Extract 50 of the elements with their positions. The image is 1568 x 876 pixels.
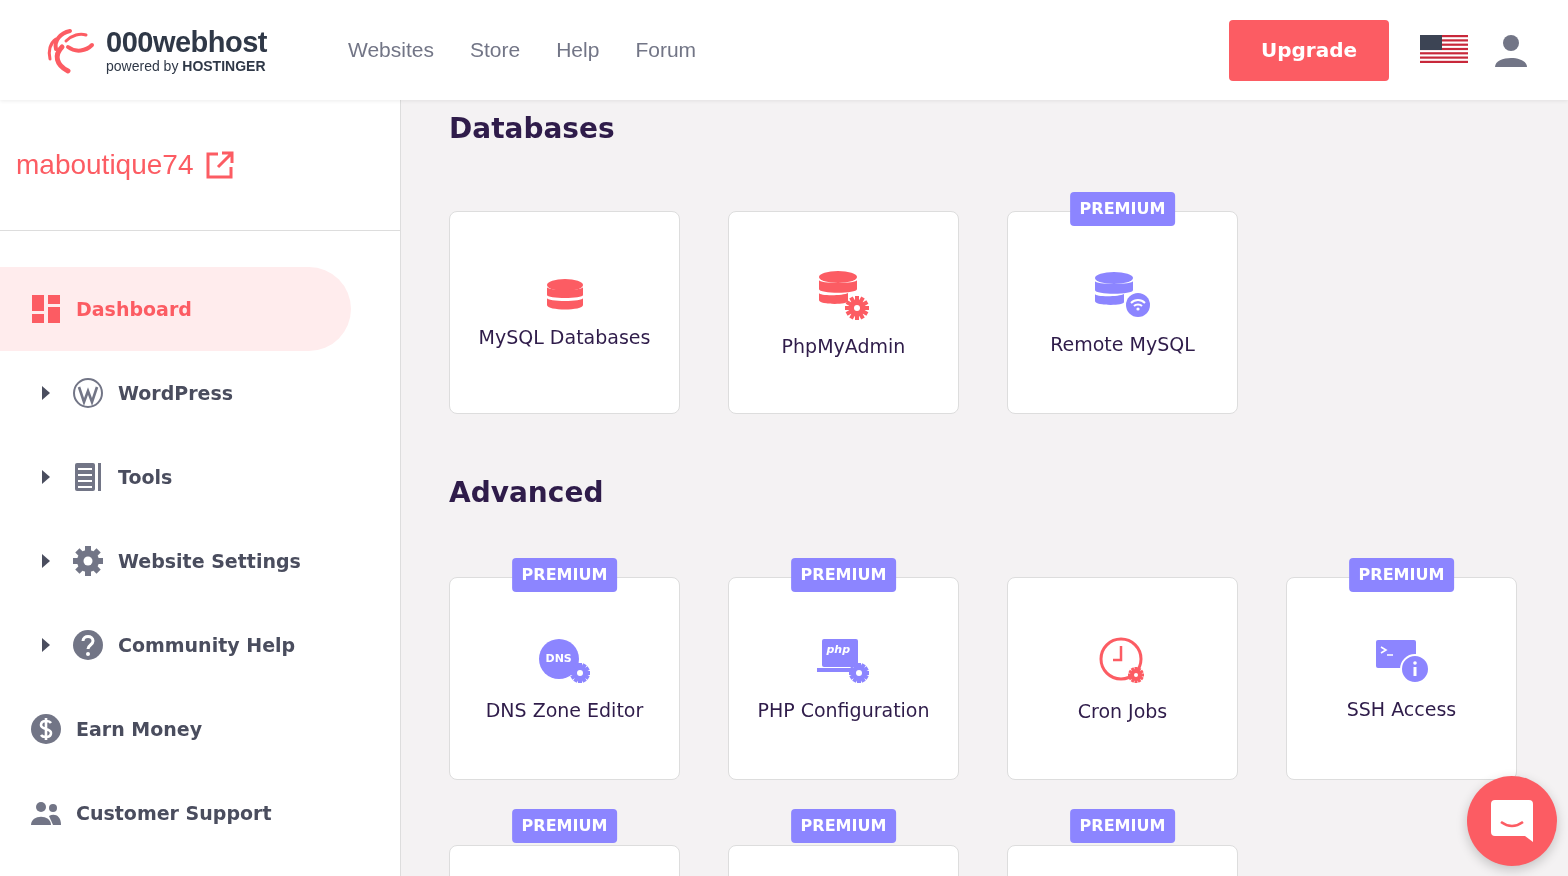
sidebar-item[interactable]: Earn Money	[0, 687, 351, 771]
tool-card[interactable]: Cron Jobs	[1007, 577, 1238, 780]
caret-icon[interactable]	[42, 386, 50, 400]
flag-icon[interactable]	[1420, 35, 1468, 65]
card-label: PhpMyAdmin	[781, 334, 906, 357]
premium-badge: PREMIUM	[1069, 809, 1176, 843]
help-icon	[72, 629, 104, 661]
list-icon	[72, 461, 104, 493]
card-label: SSH Access	[1346, 697, 1457, 720]
premium-badge: PREMIUM	[1348, 558, 1455, 592]
premium-badge: PREMIUM	[511, 809, 618, 843]
caret-icon[interactable]	[42, 554, 50, 568]
card-label: PHP Configuration	[757, 698, 930, 721]
caret-icon[interactable]	[42, 470, 50, 484]
card-label: Cron Jobs	[1077, 699, 1168, 722]
sidebar-item[interactable]: Customer Support	[0, 771, 351, 855]
database-wifi-icon	[1093, 270, 1152, 319]
chat-icon	[1489, 798, 1535, 844]
premium-badge: PREMIUM	[790, 558, 897, 592]
database-icon	[545, 277, 584, 312]
user-icon[interactable]	[1494, 33, 1528, 67]
section-heading: Databases	[449, 112, 616, 145]
card-label: Remote MySQL	[1050, 332, 1195, 355]
logo-tagline: powered by HOSTINGER	[106, 58, 267, 73]
nav-link[interactable]: Forum	[635, 38, 697, 62]
nav-link[interactable]: Store	[470, 38, 521, 62]
caret-icon[interactable]	[42, 638, 50, 652]
card-label: DNS Zone Editor	[485, 698, 644, 721]
nav-link[interactable]: Websites	[348, 38, 434, 62]
logo-wordmark: 000webhost	[106, 27, 267, 57]
card-label: MySQL Databases	[478, 325, 651, 348]
tool-card[interactable]: PhpMyAdmin	[728, 211, 959, 414]
premium-badge: PREMIUM	[511, 558, 618, 592]
wordpress-icon	[72, 377, 104, 409]
tool-card[interactable]: MySQL Databases	[449, 211, 680, 414]
premium-badge: PREMIUM	[790, 809, 897, 843]
section-heading: Advanced	[449, 476, 605, 509]
gear-icon	[72, 545, 104, 577]
external-link-icon[interactable]	[205, 150, 236, 180]
premium-badge: PREMIUM	[1069, 192, 1176, 226]
dollar-icon	[30, 713, 62, 745]
database-gear-icon	[817, 268, 870, 321]
dashboard-icon	[30, 293, 62, 325]
sidebar-item[interactable]: Website Settings	[0, 519, 351, 603]
chat-button[interactable]	[1467, 776, 1557, 866]
sidebar-item[interactable]: Community Help	[0, 603, 351, 687]
sidebar-item[interactable]: Tools	[0, 435, 351, 519]
nav-link[interactable]: Help	[556, 38, 600, 62]
sidebar-item[interactable]: WordPress	[0, 351, 351, 435]
terminal-info-icon	[1373, 637, 1430, 684]
